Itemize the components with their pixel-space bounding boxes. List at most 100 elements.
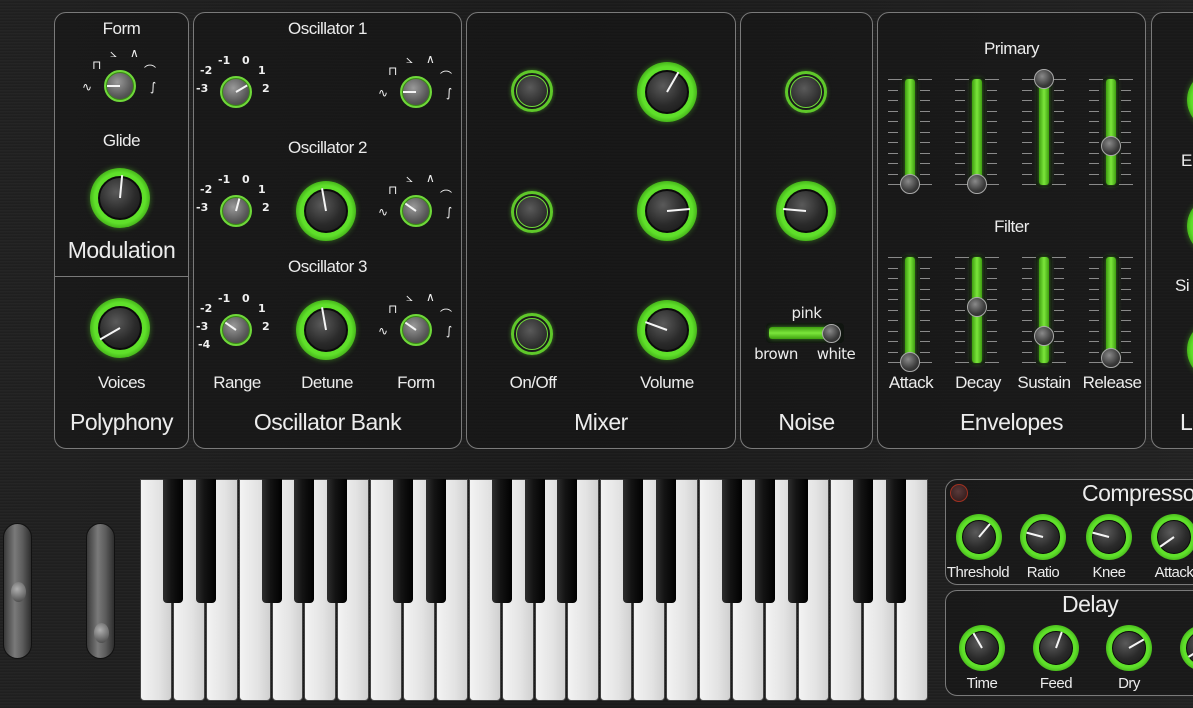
voices-knob[interactable] bbox=[90, 298, 150, 358]
noise-brown-label: brown bbox=[754, 345, 798, 363]
compressor-attack-knob[interactable] bbox=[1151, 514, 1193, 560]
scale-mark bbox=[1119, 79, 1133, 80]
scale-mark bbox=[1121, 163, 1131, 164]
black-key[interactable] bbox=[393, 479, 413, 603]
black-key[interactable] bbox=[721, 479, 742, 603]
slider-track[interactable] bbox=[902, 77, 918, 187]
scale-mark bbox=[955, 89, 965, 91]
mixer-ch2-onoff-button[interactable] bbox=[511, 191, 553, 233]
mixer-ch1-volume-knob[interactable] bbox=[637, 62, 697, 122]
black-key[interactable] bbox=[754, 479, 775, 603]
feed-label: Feed bbox=[1039, 675, 1073, 692]
knob-cap bbox=[1026, 520, 1060, 554]
mod-wheel-nub[interactable] bbox=[94, 623, 109, 643]
filter-attack-slider[interactable] bbox=[888, 255, 932, 377]
primary-attack-slider[interactable] bbox=[888, 77, 932, 199]
noise-color-switch[interactable] bbox=[766, 323, 844, 343]
slider-thumb[interactable] bbox=[967, 174, 987, 194]
black-key[interactable] bbox=[557, 479, 578, 603]
primary-release-slider[interactable] bbox=[1089, 77, 1133, 199]
slider-thumb[interactable] bbox=[1034, 69, 1054, 89]
scale-mark bbox=[987, 100, 997, 101]
compressor-ratio-knob[interactable] bbox=[1020, 514, 1066, 560]
noise-onoff-button[interactable] bbox=[785, 71, 827, 113]
black-key[interactable] bbox=[195, 479, 216, 603]
pitch-wheel-nub[interactable] bbox=[11, 582, 26, 602]
filter-sustain-slider[interactable] bbox=[1022, 255, 1066, 377]
scale-mark bbox=[955, 309, 965, 311]
scale-mark bbox=[888, 100, 898, 101]
black-key[interactable] bbox=[886, 479, 907, 603]
noise-switch-thumb[interactable] bbox=[822, 324, 841, 343]
black-key[interactable] bbox=[425, 479, 446, 603]
delay-dry-knob[interactable] bbox=[1106, 625, 1152, 671]
mixer-ch1-onoff-button[interactable] bbox=[511, 70, 553, 112]
slider-thumb[interactable] bbox=[900, 352, 920, 372]
compressor-threshold-knob[interactable] bbox=[956, 514, 1002, 560]
slider-thumb[interactable] bbox=[1101, 347, 1121, 368]
compressor-enable-led[interactable] bbox=[950, 484, 968, 502]
modulation-wheel[interactable] bbox=[86, 523, 115, 659]
scale-mark bbox=[955, 163, 965, 164]
primary-decay-slider[interactable] bbox=[955, 77, 999, 199]
range-tick-label: -3 bbox=[196, 320, 209, 333]
attack-comp-label: Attack bbox=[1154, 564, 1193, 581]
filter-decay-slider[interactable] bbox=[955, 255, 999, 377]
black-key[interactable] bbox=[853, 479, 874, 603]
black-key[interactable] bbox=[162, 479, 183, 603]
knee-label: Knee bbox=[1092, 564, 1126, 581]
slider-track[interactable] bbox=[1103, 77, 1119, 187]
glide-knob[interactable] bbox=[90, 168, 150, 228]
slider-track[interactable] bbox=[969, 77, 985, 187]
osc3-detune-knob[interactable] bbox=[296, 300, 356, 360]
compressor-knee-knob[interactable] bbox=[1086, 514, 1132, 560]
osc2-range-knob[interactable] bbox=[220, 195, 252, 227]
osc3-range-knob[interactable] bbox=[220, 314, 252, 346]
range-tick-label: -3 bbox=[196, 82, 209, 95]
black-key[interactable] bbox=[623, 479, 644, 603]
scale-mark bbox=[1089, 163, 1099, 164]
pitch-bend-wheel[interactable] bbox=[3, 523, 32, 659]
scale-mark bbox=[888, 163, 898, 164]
scale-mark bbox=[1052, 362, 1066, 363]
mixer-ch2-volume-knob[interactable] bbox=[637, 181, 697, 241]
scale-mark bbox=[955, 320, 965, 321]
osc1-range-knob[interactable] bbox=[220, 76, 252, 108]
black-key[interactable] bbox=[294, 479, 315, 603]
slider-thumb[interactable] bbox=[1034, 325, 1054, 346]
mod-form-knob[interactable] bbox=[104, 70, 136, 102]
slider-track[interactable] bbox=[1036, 77, 1052, 187]
delay-time-knob[interactable] bbox=[959, 625, 1005, 671]
scale-mark bbox=[888, 341, 898, 342]
slider-track[interactable] bbox=[1036, 255, 1052, 365]
osc2-detune-knob[interactable] bbox=[296, 181, 356, 241]
mixer-ch3-onoff-button[interactable] bbox=[511, 313, 553, 355]
scale-mark bbox=[1121, 100, 1131, 101]
scale-mark bbox=[1121, 89, 1131, 91]
scale-mark bbox=[1089, 100, 1099, 101]
scale-mark bbox=[1121, 288, 1131, 290]
scale-mark bbox=[1089, 341, 1099, 342]
scale-mark bbox=[985, 184, 999, 185]
black-key[interactable] bbox=[524, 479, 545, 603]
range-tick-label: 2 bbox=[262, 82, 270, 95]
black-key[interactable] bbox=[656, 479, 676, 603]
filter-release-slider[interactable] bbox=[1089, 255, 1133, 377]
sawtooth-wave-icon: ⦣ bbox=[406, 171, 413, 185]
osc2-form-knob[interactable] bbox=[400, 195, 432, 227]
primary-sustain-slider[interactable] bbox=[1022, 69, 1066, 199]
osc3-form-knob[interactable] bbox=[400, 314, 432, 346]
black-key[interactable] bbox=[491, 479, 512, 603]
noise-volume-knob[interactable] bbox=[776, 181, 836, 241]
scale-mark bbox=[1022, 362, 1036, 363]
slider-thumb[interactable] bbox=[900, 174, 920, 194]
scale-mark bbox=[920, 299, 930, 300]
osc1-form-knob[interactable] bbox=[400, 76, 432, 108]
black-key[interactable] bbox=[787, 479, 808, 603]
delay-feed-knob[interactable] bbox=[1033, 625, 1079, 671]
black-key[interactable] bbox=[261, 479, 282, 603]
black-key[interactable] bbox=[327, 479, 348, 603]
scale-mark bbox=[888, 320, 898, 321]
slider-track[interactable] bbox=[902, 255, 918, 365]
mixer-ch3-volume-knob[interactable] bbox=[637, 300, 697, 360]
